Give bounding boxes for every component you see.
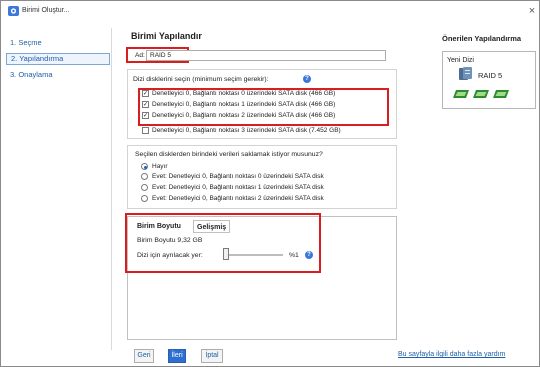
info-icon[interactable]: ? bbox=[303, 75, 311, 83]
suggested-config-panel: Yeni Dizi RAID 5 bbox=[442, 51, 536, 109]
disks-label: Dizi disklerini seçin (minimum seçim ger… bbox=[133, 76, 269, 83]
disk-icon bbox=[473, 90, 489, 98]
radio-yes-port1[interactable] bbox=[141, 184, 148, 191]
page-title: Birimi Yapılandır bbox=[131, 31, 202, 41]
disk-icon bbox=[493, 90, 509, 98]
step-configure[interactable]: 2. Yapılandırma bbox=[6, 53, 110, 65]
radio-yes-port0-label: Evet: Denetleyici 0, Bağlantı noktası 0 … bbox=[152, 173, 324, 180]
cancel-button[interactable]: İptal bbox=[201, 349, 223, 363]
tabs-highlight bbox=[125, 213, 321, 273]
checkbox-disk-3[interactable] bbox=[142, 127, 149, 134]
step-confirm[interactable]: 3. Onaylama bbox=[6, 69, 110, 81]
disks-highlight bbox=[138, 88, 389, 126]
close-button[interactable]: × bbox=[525, 3, 539, 19]
volume-name-input[interactable] bbox=[146, 50, 386, 61]
server-icon bbox=[459, 67, 472, 80]
keep-data-label: Seçilen disklerden birindeki verileri sa… bbox=[135, 151, 323, 158]
help-link[interactable]: Bu sayfayla ilgili daha fazla yardım bbox=[398, 351, 505, 358]
suggested-config-title: Önerilen Yapılandırma bbox=[442, 34, 522, 43]
new-array-label: Yeni Dizi bbox=[447, 57, 474, 64]
radio-no-label: Hayır bbox=[152, 163, 168, 170]
name-label: Ad: bbox=[135, 52, 145, 59]
step-select[interactable]: 1. Seçme bbox=[6, 37, 110, 49]
dialog-window: Birimi Oluştur... × 1. Seçme 2. Yapıland… bbox=[0, 0, 540, 367]
next-button[interactable]: İleri bbox=[168, 349, 186, 363]
radio-yes-port2-label: Evet: Denetleyici 0, Bağlantı noktası 2 … bbox=[152, 195, 324, 202]
radio-yes-port0[interactable] bbox=[141, 173, 148, 180]
radio-yes-port2[interactable] bbox=[141, 195, 148, 202]
title-bar: Birimi Oluştur... bbox=[1, 1, 539, 21]
wizard-steps: 1. Seçme 2. Yapılandırma 3. Onaylama bbox=[2, 28, 112, 350]
radio-yes-port1-label: Evet: Denetleyici 0, Bağlantı noktası 1 … bbox=[152, 184, 324, 191]
back-button[interactable]: Geri bbox=[134, 349, 154, 363]
disk-icon bbox=[453, 90, 469, 98]
radio-no[interactable] bbox=[141, 163, 148, 170]
disk-label-3: Denetleyici 0, Bağlantı noktası 3 üzerin… bbox=[152, 127, 341, 134]
app-icon bbox=[8, 6, 19, 16]
raid-label: RAID 5 bbox=[478, 71, 503, 80]
window-title: Birimi Oluştur... bbox=[22, 7, 70, 14]
